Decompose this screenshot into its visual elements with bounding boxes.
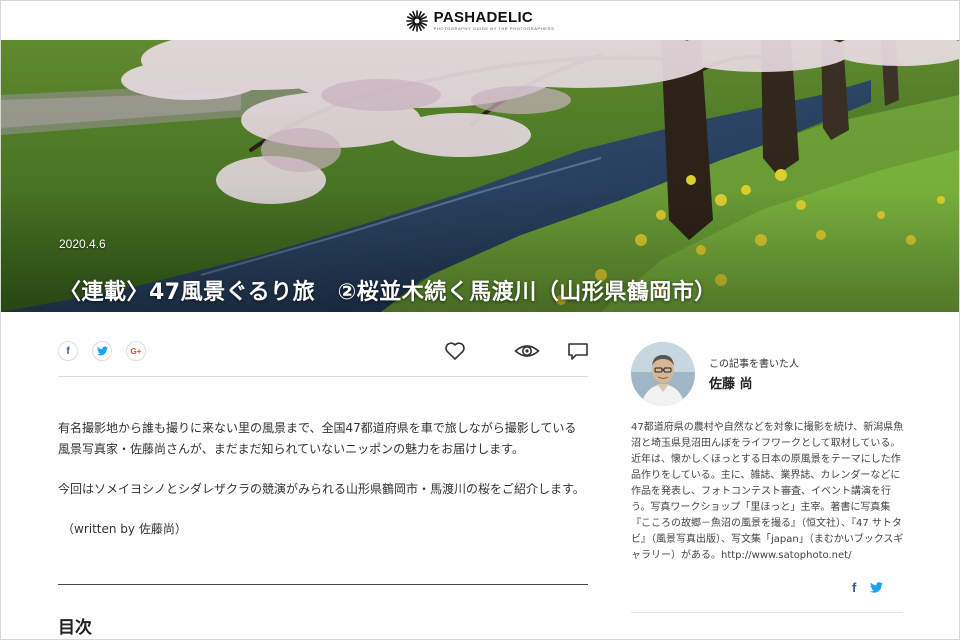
author-facebook-link[interactable]: f [852,580,856,595]
author-social-links: f [852,580,884,595]
article-intro: 有名撮影地から誰も撮りに来ない里の風景まで、全国47都道府県を車で旅しながら撮影… [58,421,577,456]
author-caption: この記事を書いた人 [709,359,799,370]
site-tagline: PHOTOGRAPHY GUIDE BY THE PHOTOGRAPHERS [433,26,555,31]
twitter-share-button[interactable] [92,341,112,361]
section-divider [58,584,588,585]
share-bar: f G+ [58,337,588,377]
site-logo[interactable]: PASHADELIC PHOTOGRAPHY GUIDE BY THE PHOT… [405,9,555,32]
comment-icon[interactable] [566,339,590,363]
starburst-logo-icon [405,9,428,32]
author-bio: 47都道府県の農村や自然などを対象に撮影を続け、新潟県魚沼と埼玉県見沼田んぼをラ… [631,422,904,561]
author-avatar[interactable] [631,342,695,406]
toc-heading: 目次 [58,618,92,638]
author-twitter-icon[interactable] [870,582,884,593]
author-name[interactable]: 佐藤 尚 [709,373,753,392]
post-date: 2020.4.6 [59,237,106,251]
site-header: PASHADELIC PHOTOGRAPHY GUIDE BY THE PHOT… [1,1,959,40]
facebook-icon: f [66,345,70,357]
article-lead: 今回はソメイヨシノとシダレザクラの競演がみられる山形県鶴岡市・馬渡川の桜をご紹介… [58,482,585,496]
heart-icon[interactable] [443,339,467,363]
googleplus-share-button[interactable]: G+ [126,341,146,361]
hero-photo [1,40,959,312]
article-body: 有名撮影地から誰も撮りに来ない里の風景まで、全国47都道府県を車で旅しながら撮影… [58,418,588,559]
facebook-share-button[interactable]: f [58,341,78,361]
post-title: 〈連載〉47風景ぐるり旅 ②桜並木続く馬渡川（山形県鶴岡市） [59,280,717,305]
eye-icon[interactable] [514,339,540,363]
author-photo [631,342,695,406]
hero-banner: 2020.4.6 〈連載〉47風景ぐるり旅 ②桜並木続く馬渡川（山形県鶴岡市） [1,40,959,312]
twitter-icon [96,346,108,356]
googleplus-icon: G+ [130,346,142,356]
author-divider [631,612,903,613]
article-credit: （written by 佐藤尚） [62,522,187,536]
site-name: PASHADELIC [433,9,534,26]
